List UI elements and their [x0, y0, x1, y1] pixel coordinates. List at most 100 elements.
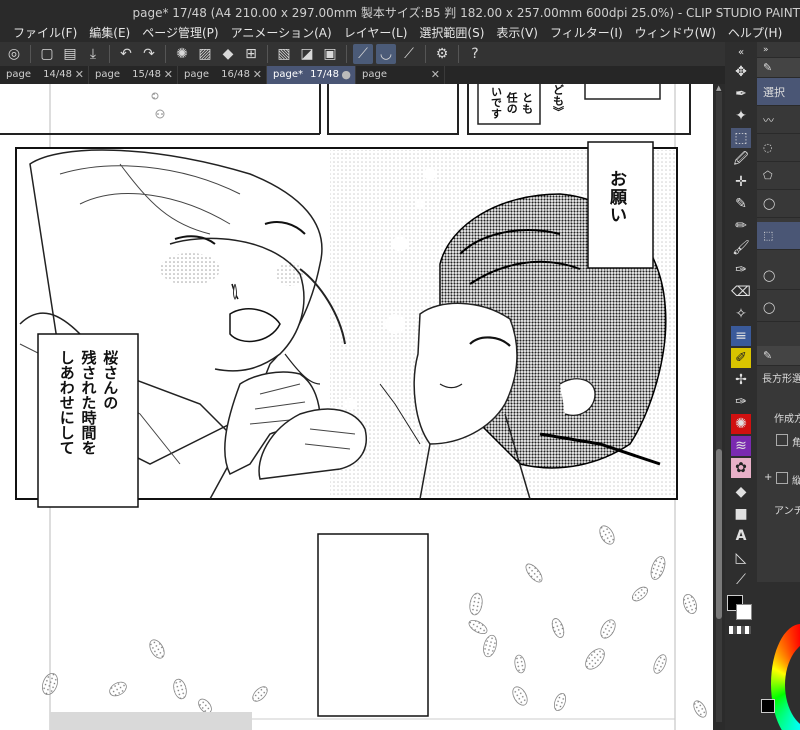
text-icon[interactable]: A — [731, 526, 751, 546]
close-icon[interactable]: ✕ — [164, 68, 173, 81]
pen-tool-icon[interactable]: ✒ — [731, 84, 751, 104]
sakura-line-1: 桜さんの — [101, 350, 120, 410]
subtool-shrink[interactable]: ◯ — [757, 262, 800, 290]
menu-filter[interactable]: フィルター(I) — [544, 22, 629, 42]
sparkle-icon[interactable]: ✧ — [731, 304, 751, 324]
collapse-icon[interactable]: » — [763, 45, 769, 55]
close-icon[interactable]: ✕ — [75, 68, 84, 81]
figure-icon[interactable]: ◺ — [731, 548, 751, 568]
canvas[interactable]: とも 任の いです ども》 お 願 い 桜さんの 残された時間を しあわせにして… — [0, 84, 713, 730]
save-icon[interactable]: ⤓ — [83, 44, 103, 64]
tab-page-17[interactable]: page* 17/48 ● — [267, 66, 356, 84]
aspect-checkbox[interactable] — [776, 472, 788, 484]
pen-tab-icon[interactable]: ✎ — [763, 349, 772, 362]
ruler-snap-icon[interactable]: ◡ — [376, 44, 396, 64]
undo-icon[interactable]: ↶ — [116, 44, 136, 64]
subtool-tabs[interactable]: ✎ — [757, 58, 800, 78]
open-icon[interactable]: ▤ — [60, 44, 80, 64]
window-title: page* 17/48 (A4 210.00 x 297.00mm 製本サイズ:… — [132, 6, 800, 20]
transform-icon[interactable]: ⊞ — [241, 44, 261, 64]
transform-cross-icon[interactable]: ✛ — [731, 172, 751, 192]
ruler-icon[interactable]: ✑ — [731, 392, 751, 412]
scroll-up-icon[interactable]: ▲ — [716, 84, 721, 92]
move-icon[interactable]: ✥ — [731, 62, 751, 82]
menu-layer[interactable]: レイヤー(L) — [338, 22, 414, 42]
red-color-icon[interactable]: ✺ — [731, 414, 751, 434]
border-icon[interactable]: ▣ — [320, 44, 340, 64]
menu-page[interactable]: ページ管理(P) — [136, 22, 224, 42]
flower-brush-icon[interactable]: ✿ — [731, 458, 751, 478]
subtool-polyline[interactable]: ⬠ — [757, 162, 800, 190]
bucket-icon[interactable]: ◆ — [731, 482, 751, 502]
selection-icon[interactable]: ⬚ — [731, 128, 751, 148]
color-wheel-panel[interactable] — [757, 582, 800, 730]
loading-icon[interactable]: ✺ — [172, 44, 192, 64]
deselect-icon[interactable]: ▧ — [274, 44, 294, 64]
close-icon[interactable]: ✕ — [431, 68, 440, 81]
sub-color-swatch[interactable] — [736, 604, 752, 620]
color-swatch-main[interactable] — [761, 699, 775, 713]
menu-selection[interactable]: 選択範囲(S) — [413, 22, 490, 42]
decoration-icon[interactable]: ✢ — [731, 370, 751, 390]
pencil-icon[interactable]: ✏ — [731, 216, 751, 236]
airbrush-icon[interactable]: ✑ — [731, 260, 751, 280]
eraser-icon[interactable]: ⌫ — [731, 282, 751, 302]
subtool-lasso-2[interactable]: ◯ — [757, 294, 800, 322]
settings-icon[interactable]: ⚙ — [432, 44, 452, 64]
corner-checkbox[interactable] — [776, 434, 788, 446]
expand-plus-icon[interactable]: + — [764, 472, 772, 483]
menu-animation[interactable]: アニメーション(A) — [225, 22, 338, 42]
subtool-rect[interactable]: ⬚ — [757, 222, 800, 250]
menu-edit[interactable]: 編集(E) — [83, 22, 136, 42]
subtool-label: 選択 — [763, 85, 785, 99]
brush-icon[interactable]: 🖌 — [731, 238, 751, 258]
fill-icon[interactable]: ✐ — [731, 348, 751, 368]
navigator-bar[interactable] — [50, 712, 252, 730]
modified-dot-icon[interactable]: ● — [341, 68, 351, 81]
gradient-square-icon[interactable]: ■ — [731, 504, 751, 524]
transparent-color-icon[interactable] — [729, 626, 751, 634]
menu-view[interactable]: 表示(V) — [490, 22, 544, 42]
tabs-empty-area — [448, 66, 725, 84]
invert-icon[interactable]: ◪ — [297, 44, 317, 64]
tab-label: page — [6, 69, 31, 80]
separator — [109, 45, 110, 63]
tab-page-16[interactable]: page 16/48 ✕ — [178, 66, 267, 84]
pen-snap-icon[interactable]: ⟋ — [353, 44, 373, 64]
subtool-lasso[interactable]: ◯ — [757, 190, 800, 218]
brush-icon[interactable]: ⟋ — [399, 44, 419, 64]
panel-header: » — [757, 42, 800, 58]
gradient-icon[interactable]: ≡ — [731, 326, 751, 346]
magic-wand-icon[interactable]: ✦ — [731, 106, 751, 126]
app-logo-icon[interactable]: ◎ — [4, 44, 24, 64]
new-icon[interactable]: ▢ — [37, 44, 57, 64]
lasso-icon: ◯ — [763, 197, 776, 210]
subtool-ellipse[interactable]: ◌ — [757, 134, 800, 162]
tab-page-15[interactable]: page 15/48 ✕ — [89, 66, 178, 84]
brush-tab-icon[interactable]: ✎ — [763, 61, 772, 74]
clear-icon[interactable]: ▨ — [195, 44, 215, 64]
scroll-thumb[interactable] — [716, 449, 722, 619]
tab-page-14[interactable]: page 14/48 ✕ — [0, 66, 89, 84]
rect-icon: ⬚ — [763, 229, 774, 242]
creation-method-label: 作成方 — [774, 414, 800, 425]
menu-window[interactable]: ウィンドウ(W) — [629, 22, 722, 42]
fill-icon[interactable]: ◆ — [218, 44, 238, 64]
help-icon[interactable]: ? — [465, 44, 485, 64]
close-icon[interactable]: ✕ — [253, 68, 262, 81]
eyedropper-icon[interactable]: 🖉 — [731, 150, 751, 170]
menu-help[interactable]: ヘルプ(H) — [722, 22, 788, 42]
menu-file[interactable]: ファイル(F) — [0, 22, 83, 42]
subtool-brush-preview[interactable]: 〰 — [757, 106, 800, 134]
scroll-track[interactable] — [716, 92, 722, 722]
title-bar: page* 17/48 (A4 210.00 x 297.00mm 製本サイズ:… — [0, 0, 800, 22]
vertical-scrollbar[interactable]: ▲ — [713, 84, 725, 730]
redo-icon[interactable]: ↷ — [139, 44, 159, 64]
pen-nib-icon[interactable]: ✎ — [731, 194, 751, 214]
purple-brush-icon[interactable]: ≋ — [731, 436, 751, 456]
line-icon[interactable]: ⟋ — [731, 570, 751, 590]
tab-page-18[interactable]: page ✕ — [356, 66, 445, 84]
subtool-selection[interactable]: 選択 — [757, 78, 800, 106]
collapse-icon[interactable]: « — [731, 42, 751, 62]
property-tabs[interactable]: ✎ — [757, 346, 800, 366]
